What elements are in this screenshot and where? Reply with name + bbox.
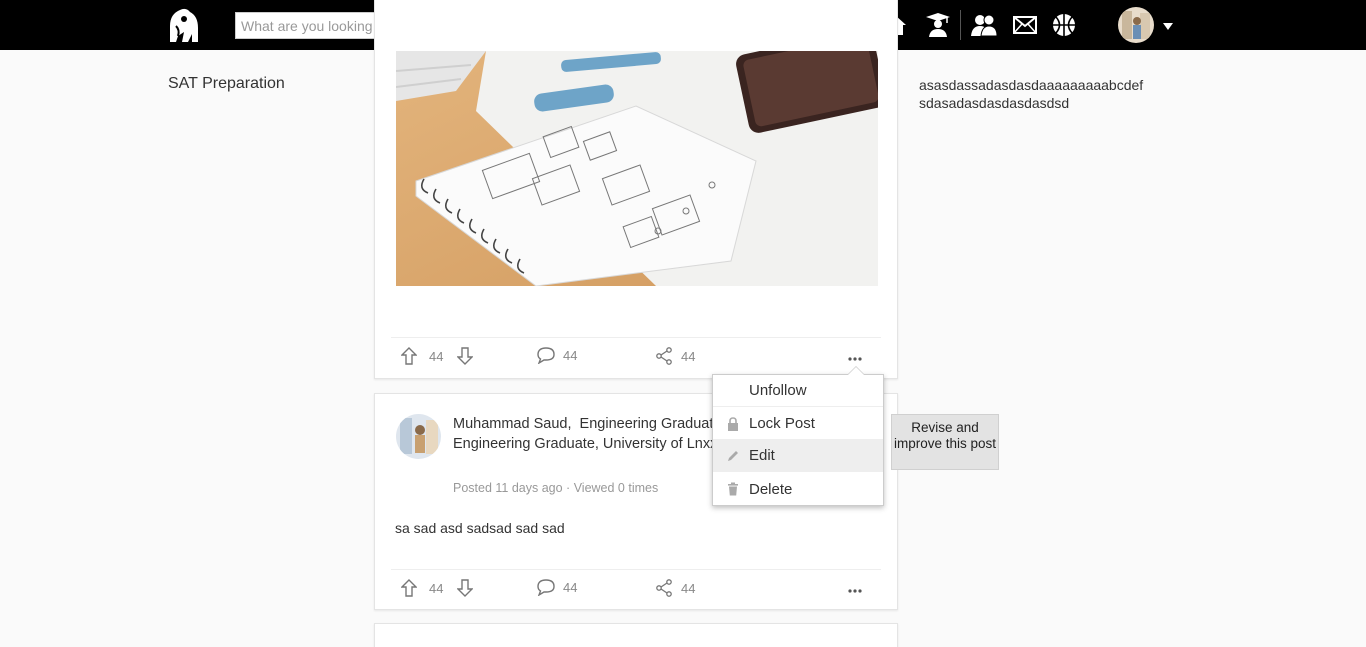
- edit-tooltip: Revise and improve this post: [891, 414, 999, 470]
- menu-item-label: Unfollow: [749, 382, 807, 399]
- mail-icon[interactable]: [1011, 11, 1039, 39]
- sidebar-text-line2: sdasadasdasdasdasdsd: [919, 95, 1070, 111]
- share-icon[interactable]: [655, 347, 673, 365]
- topic-link-sat-preparation[interactable]: SAT Preparation: [168, 75, 285, 93]
- author-name[interactable]: Muhammad Saud,: [453, 416, 571, 432]
- more-options-button[interactable]: [845, 583, 865, 599]
- post-actions-bar: 44 44 44: [391, 337, 881, 379]
- author-avatar[interactable]: [396, 414, 441, 459]
- menu-item-lock-post[interactable]: Lock Post: [713, 408, 883, 440]
- more-dots-icon: [848, 589, 862, 593]
- more-options-button[interactable]: [845, 351, 865, 367]
- sidebar-text: asasdassadasdasdaaaaaaaaabcdef sdasadasd…: [919, 76, 1171, 112]
- comment-count: 44: [563, 348, 578, 363]
- upvote-count: 44: [429, 580, 444, 596]
- post-card: 44 44 44: [374, 0, 898, 379]
- graduate-icon[interactable]: [924, 11, 952, 39]
- sidebar-text-line1: asasdassadasdasdaaaaaaaaabcdef: [919, 77, 1144, 93]
- menu-item-label: Delete: [749, 480, 793, 498]
- comment-group[interactable]: 44: [537, 347, 577, 364]
- share-icon[interactable]: [655, 579, 673, 597]
- upvote-group: 44: [401, 347, 474, 365]
- comment-icon[interactable]: [537, 579, 555, 596]
- post-card: [374, 623, 898, 647]
- downvote-icon[interactable]: [457, 579, 474, 597]
- share-group[interactable]: 44: [655, 347, 695, 365]
- post-options-menu: Unfollow Lock Post Edit Delete: [712, 366, 884, 506]
- comment-icon[interactable]: [537, 347, 555, 364]
- upvote-icon[interactable]: [401, 579, 417, 597]
- more-dots-icon: [848, 357, 862, 361]
- post-meta: Posted 11 days ago · Viewed 0 times: [453, 481, 659, 495]
- account-menu-caret-icon[interactable]: [1163, 23, 1173, 30]
- menu-item-label: Lock Post: [749, 415, 815, 432]
- trash-icon: [725, 482, 741, 496]
- upvote-icon[interactable]: [401, 347, 417, 365]
- lock-icon: [725, 416, 741, 431]
- downvote-icon[interactable]: [457, 347, 474, 365]
- gorilla-logo-icon[interactable]: [166, 6, 202, 44]
- basketball-icon[interactable]: [1050, 11, 1078, 39]
- menu-item-edit[interactable]: Edit: [713, 440, 883, 472]
- share-count: 44: [681, 580, 696, 596]
- menu-item-unfollow[interactable]: Unfollow: [713, 375, 883, 407]
- post-body-text: sa sad asd sadsad sad sad: [395, 520, 565, 536]
- upvote-count: 44: [429, 348, 444, 364]
- posted-time: Posted 11 days ago: [453, 481, 563, 495]
- share-count: 44: [681, 348, 696, 364]
- comment-count: 44: [563, 580, 578, 595]
- menu-item-label: Edit: [749, 447, 775, 464]
- user-avatar[interactable]: [1118, 7, 1154, 43]
- post-actions-bar: 44 44 44: [391, 569, 881, 611]
- share-group[interactable]: 44: [655, 579, 695, 597]
- upvote-group: 44: [401, 579, 474, 597]
- users-icon[interactable]: [970, 11, 998, 39]
- post-image[interactable]: [396, 51, 878, 286]
- pencil-icon: [725, 449, 741, 463]
- view-count: Viewed 0 times: [573, 481, 659, 495]
- comment-group[interactable]: 44: [537, 579, 577, 596]
- menu-item-delete[interactable]: Delete: [713, 473, 883, 505]
